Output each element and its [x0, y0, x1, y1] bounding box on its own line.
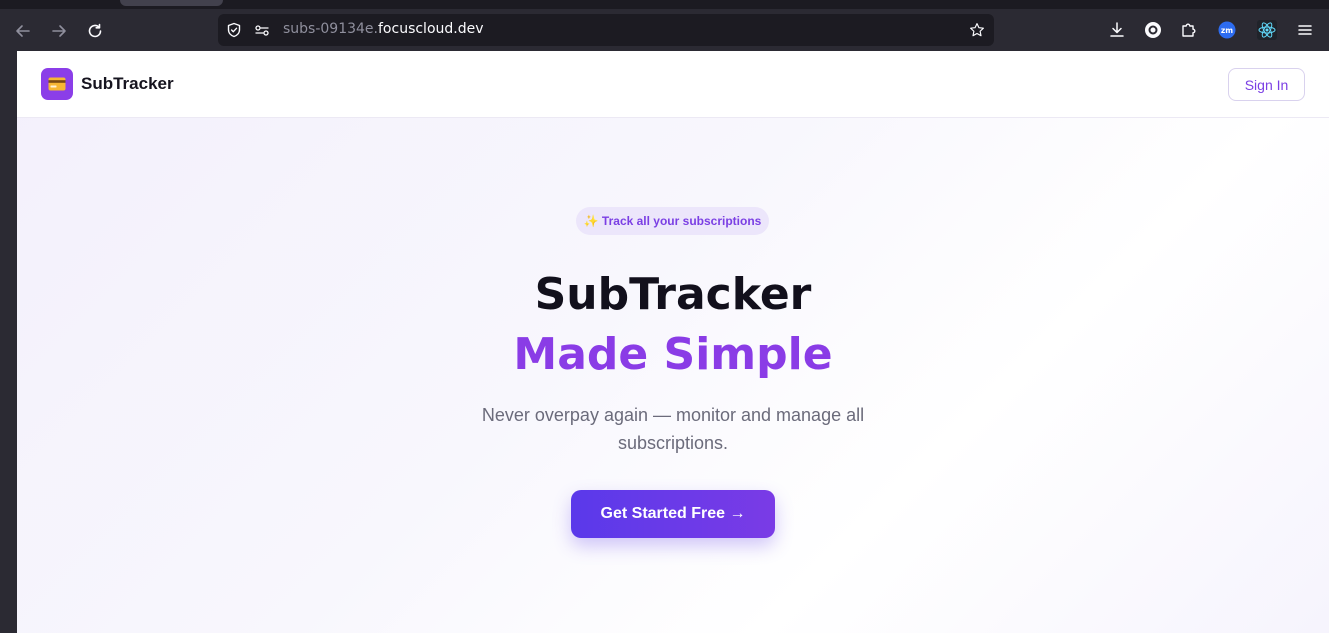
browser-toolbar: subs-09134e.focuscloud.dev zm: [0, 9, 1329, 51]
account-circle-icon[interactable]: [1143, 20, 1163, 40]
sign-in-button[interactable]: Sign In: [1228, 68, 1305, 101]
react-icon[interactable]: [1257, 20, 1277, 40]
get-started-button[interactable]: Get Started Free →: [571, 490, 775, 538]
zoom-extension-icon[interactable]: zm: [1217, 20, 1237, 40]
forward-button[interactable]: [47, 19, 71, 43]
url-domain: focuscloud.dev: [378, 21, 484, 37]
brand-name[interactable]: SubTracker: [81, 74, 174, 94]
arrow-right-icon: [52, 25, 66, 37]
credit-card-icon: [48, 77, 66, 91]
address-bar[interactable]: subs-09134e.focuscloud.dev: [218, 14, 994, 46]
site-header: SubTracker Sign In: [17, 51, 1329, 118]
reload-icon: [88, 23, 102, 38]
hero-title-line2: Made Simple: [513, 329, 833, 380]
back-button[interactable]: [11, 19, 35, 43]
logo[interactable]: [41, 68, 73, 100]
reload-button[interactable]: [83, 19, 107, 43]
url-subdomain: subs-09134e.: [283, 21, 378, 37]
hamburger-menu-icon[interactable]: [1295, 20, 1315, 40]
feature-pill: ✨ Track all your subscriptions: [576, 207, 769, 235]
arrow-left-icon: [16, 25, 30, 37]
shield-icon[interactable]: [226, 22, 242, 38]
hero-title-line1: SubTracker: [534, 269, 812, 320]
zoom-extension-label: zm: [1221, 26, 1233, 35]
tab-strip: [0, 0, 1329, 9]
hero-subtitle: Never overpay again — monitor and manage…: [481, 405, 865, 453]
url-text[interactable]: subs-09134e.focuscloud.dev: [283, 21, 484, 37]
browser-tab[interactable]: [120, 0, 223, 6]
puzzle-icon[interactable]: [1179, 20, 1199, 40]
page-viewport: SubTracker Sign In ✨ Track all your subs…: [17, 51, 1329, 633]
site-permissions-icon[interactable]: [254, 22, 270, 38]
star-icon[interactable]: [969, 22, 985, 38]
download-icon[interactable]: [1107, 20, 1127, 40]
